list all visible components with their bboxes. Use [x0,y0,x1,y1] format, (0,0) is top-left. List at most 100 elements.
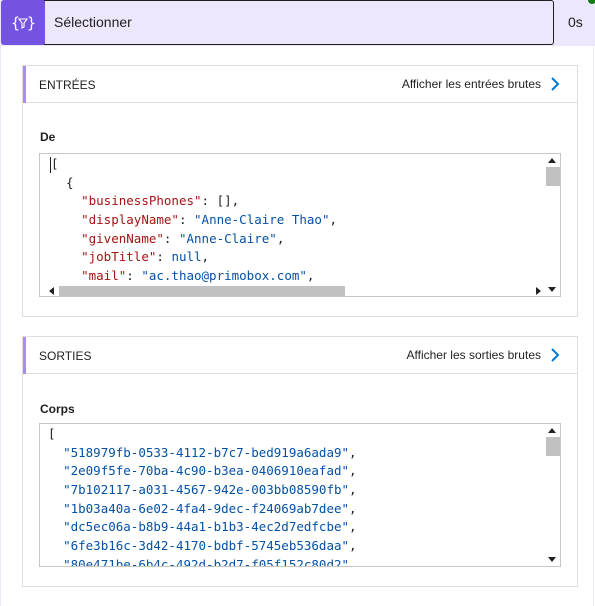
action-body: ENTRÉES Afficher les entrées brutes De [… [0,46,594,606]
json-punctuation: : [126,268,142,284]
json-value: "Anne-Claire Thao" [194,212,330,228]
json-punctuation [51,212,81,227]
body-json-editor[interactable]: [ "518979fb-0533-4112-b7c7-bed919a6ada9"… [39,423,561,567]
json-punctuation: , [276,230,285,246]
json-punctuation: , [306,268,315,284]
code-line: "givenName": "Anne-Claire", [51,230,337,249]
json-punctuation: , [329,212,338,228]
inputs-card: ENTRÉES Afficher les entrées brutes De [… [22,65,578,317]
json-punctuation: { [51,174,74,190]
json-punctuation: , [349,556,357,567]
outputs-card: SORTIES Afficher les sorties brutes Corp… [22,336,578,587]
json-punctuation: , [349,538,357,554]
json-value: "1b03a40a-6e02-4fa4-9dec-f24069ab7dee" [63,500,350,516]
json-punctuation [48,463,63,478]
action-title: Sélectionner [54,14,132,30]
json-punctuation: , [349,463,357,479]
json-punctuation: , [201,249,210,265]
json-punctuation: : [], [201,193,240,209]
scroll-right-icon[interactable] [536,287,541,295]
body-field-label: Corps [40,402,75,416]
json-punctuation: : [178,212,195,228]
json-key: "jobTitle" [81,249,157,265]
json-punctuation [51,193,81,208]
code-line: "dc5ec06a-b8b9-44a1-b1b3-4ec2d7edfcbe", [48,518,357,537]
code-line: "1b03a40a-6e02-4fa4-9dec-f24069ab7dee", [48,500,357,519]
scroll-up-icon[interactable] [548,428,556,433]
from-json-content: [ { "businessPhones": [], "displayName":… [51,155,337,296]
code-line: "80e471be-6b4c-492d-b2d7-f05f152c80d2", [48,556,357,567]
json-value: "80e471be-6b4c-492d-b2d7-f05f152c80d2" [63,556,350,567]
code-line: "7b102117-a031-4567-942e-003bb08590fb", [48,481,357,500]
code-line: "6fe3b16c-3d42-4170-bdbf-5745eb536daa", [48,537,357,556]
json-value: "ac.thao@primobox.com" [141,268,307,284]
json-punctuation: : [163,230,179,246]
json-punctuation [48,482,63,497]
json-punctuation [51,249,81,264]
json-value: "Anne-Claire" [178,230,277,246]
scroll-thumb[interactable] [546,167,560,186]
body-json-content: [ "518979fb-0533-4112-b7c7-bed919a6ada9"… [48,425,357,567]
chevron-right-icon[interactable] [549,347,561,363]
svg-text:{: { [11,14,20,32]
horizontal-scrollbar[interactable] [40,286,546,296]
json-key: "mail" [81,268,127,284]
code-line: [ [48,425,357,444]
json-value: "6fe3b16c-3d42-4170-bdbf-5745eb536daa" [63,538,350,554]
outputs-section-title: SORTIES [39,349,92,363]
code-line: "mail": "ac.thao@primobox.com", [51,267,337,286]
from-json-editor[interactable]: [ { "businessPhones": [], "displayName":… [39,153,561,297]
code-line: { [51,174,337,193]
scroll-down-icon[interactable] [548,557,556,562]
svg-text:}: } [27,14,35,32]
section-accent [23,337,26,374]
json-key: "displayName" [81,212,179,228]
json-key: "businessPhones" [81,193,202,209]
json-value: "dc5ec06a-b8b9-44a1-b1b3-4ec2d7edfcbe" [63,519,350,535]
code-line: "businessPhones": [], [51,192,337,211]
code-line: "displayName": "Anne-Claire Thao", [51,211,337,230]
action-header[interactable]: { } Sélectionner 0s [0,0,595,46]
scroll-left-icon[interactable] [49,287,54,295]
scroll-thumb[interactable] [546,437,560,456]
from-field-label: De [40,130,56,144]
chevron-right-icon[interactable] [549,76,561,92]
inputs-card-header: ENTRÉES Afficher les entrées brutes [23,66,577,103]
json-punctuation [51,268,81,283]
vertical-scrollbar[interactable] [545,154,560,296]
action-title-box[interactable]: Sélectionner [44,0,554,45]
scroll-down-icon[interactable] [548,287,556,292]
json-value: "2e09f5fe-70ba-4c90-b3ea-0406910eafad" [63,463,350,479]
json-key: "givenName" [81,230,164,246]
code-line: [ [51,155,337,174]
horizontal-scroll-thumb[interactable] [59,286,345,296]
json-value: "518979fb-0533-4112-b7c7-bed919a6ada9" [63,444,350,460]
code-line: "jobTitle": null, [51,248,337,267]
json-punctuation: [ [51,156,59,171]
json-punctuation [51,231,81,246]
json-punctuation: , [349,444,357,460]
code-line: "2e09f5fe-70ba-4c90-b3ea-0406910eafad", [48,462,357,481]
section-accent [23,66,26,103]
show-raw-inputs-link[interactable]: Afficher les entrées brutes [402,77,541,91]
json-value: null [171,249,202,265]
outputs-card-header: SORTIES Afficher les sorties brutes [23,337,577,374]
json-punctuation [48,538,63,553]
code-line: "518979fb-0533-4112-b7c7-bed919a6ada9", [48,444,357,463]
scroll-up-icon[interactable] [548,158,556,163]
json-punctuation [48,519,63,534]
vertical-scrollbar[interactable] [545,424,560,566]
show-raw-outputs-link[interactable]: Afficher les sorties brutes [406,348,541,362]
json-punctuation: , [349,482,357,498]
json-punctuation: , [349,500,357,516]
json-punctuation: , [349,519,357,535]
json-punctuation: [ [48,426,56,441]
json-punctuation: : [156,249,172,265]
action-duration: 0s [568,14,583,30]
select-braces-icon: { } [1,0,45,45]
inputs-section-title: ENTRÉES [39,78,96,92]
json-punctuation [48,557,63,566]
json-value: "7b102117-a031-4567-942e-003bb08590fb" [63,482,350,498]
json-punctuation [48,501,63,516]
json-punctuation [48,445,63,460]
